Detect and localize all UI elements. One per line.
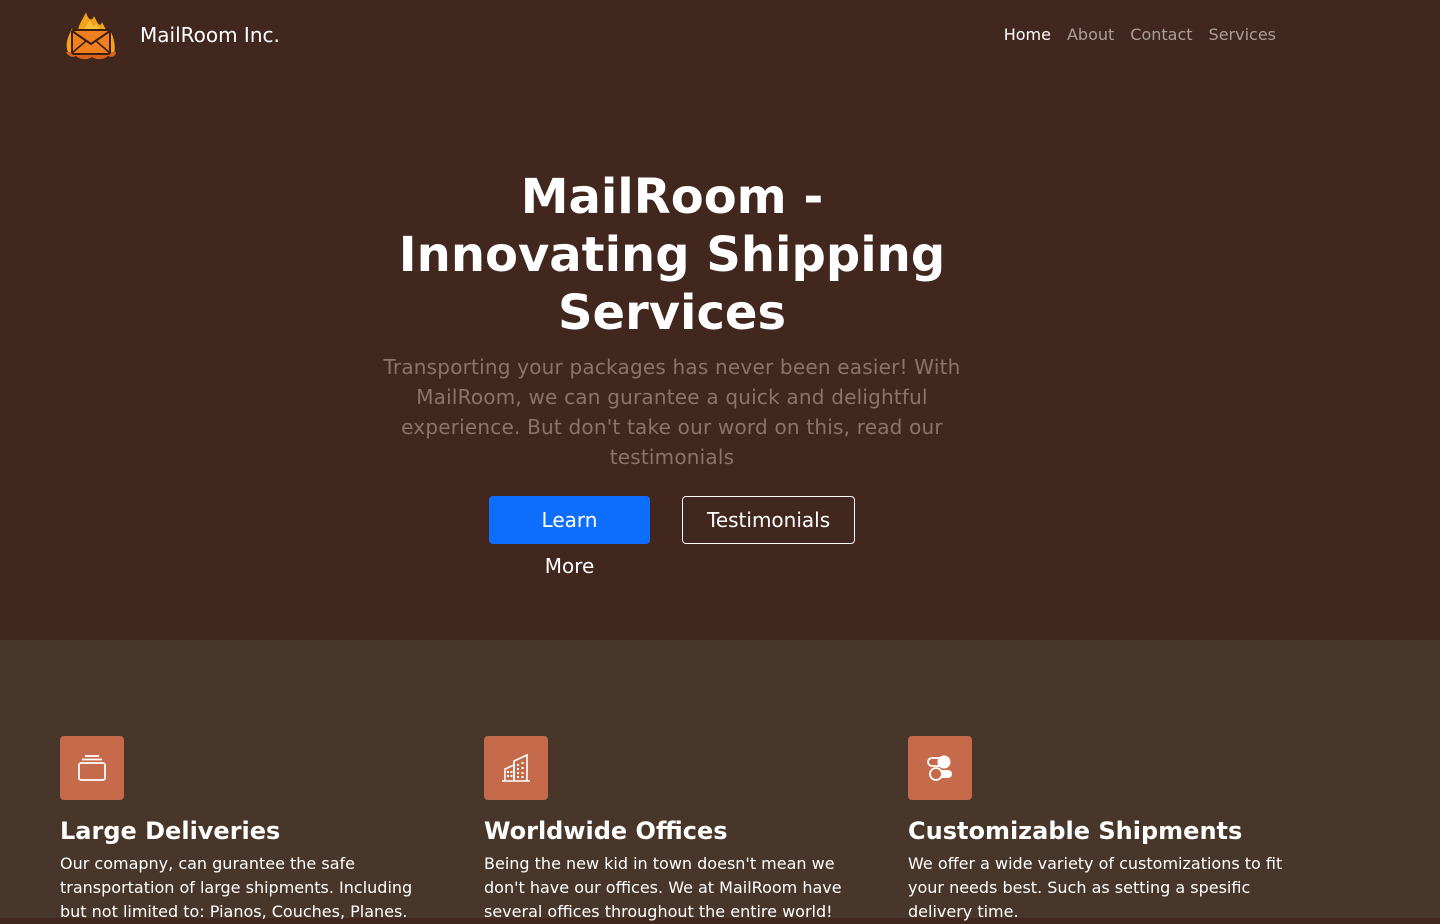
- feature-title: Customizable Shipments: [908, 817, 1243, 845]
- feature-title: Worldwide Offices: [484, 817, 728, 845]
- nav-link-home[interactable]: Home: [1004, 24, 1051, 46]
- feature-title: Large Deliveries: [60, 817, 281, 845]
- navbar: MailRoom Inc. Home About Contact Service…: [0, 0, 1440, 70]
- nav-link-about[interactable]: About: [1067, 24, 1114, 46]
- nav-link-contact[interactable]: Contact: [1130, 24, 1192, 46]
- hero-title: MailRoom - Innovating Shipping Services: [398, 169, 946, 341]
- nav-links: Home About Contact Services: [1004, 24, 1276, 46]
- building-icon: [484, 736, 548, 800]
- testimonials-button[interactable]: Testimonials: [682, 496, 855, 544]
- feature-text: Our comapny, can gurantee the safe trans…: [60, 854, 413, 921]
- brand-name[interactable]: MailRoom Inc.: [140, 22, 280, 48]
- nav-link-services[interactable]: Services: [1209, 24, 1276, 46]
- flaming-envelope-logo[interactable]: [62, 8, 120, 60]
- feature-text: We offer a wide variety of customization…: [908, 854, 1283, 921]
- toggles-icon: [908, 736, 972, 800]
- hero-buttons: Learn More Testimonials: [489, 496, 855, 578]
- feature-large-deliveries: Large Deliveries Our comapny, can gurant…: [60, 736, 440, 924]
- feature-customizable-shipments: Customizable Shipments We offer a wide v…: [908, 736, 1288, 924]
- collection-icon: [60, 736, 124, 800]
- hero-lead: Transporting your packages has never bee…: [383, 355, 961, 469]
- features-section: Large Deliveries Our comapny, can gurant…: [0, 640, 1440, 921]
- learn-more-button[interactable]: Learn More: [489, 496, 650, 578]
- feature-text: Being the new kid in town doesn't mean w…: [484, 854, 842, 921]
- hero-section: MailRoom - Innovating Shipping Services …: [0, 70, 1440, 640]
- feature-worldwide-offices: Worldwide Offices Being the new kid in t…: [484, 736, 864, 924]
